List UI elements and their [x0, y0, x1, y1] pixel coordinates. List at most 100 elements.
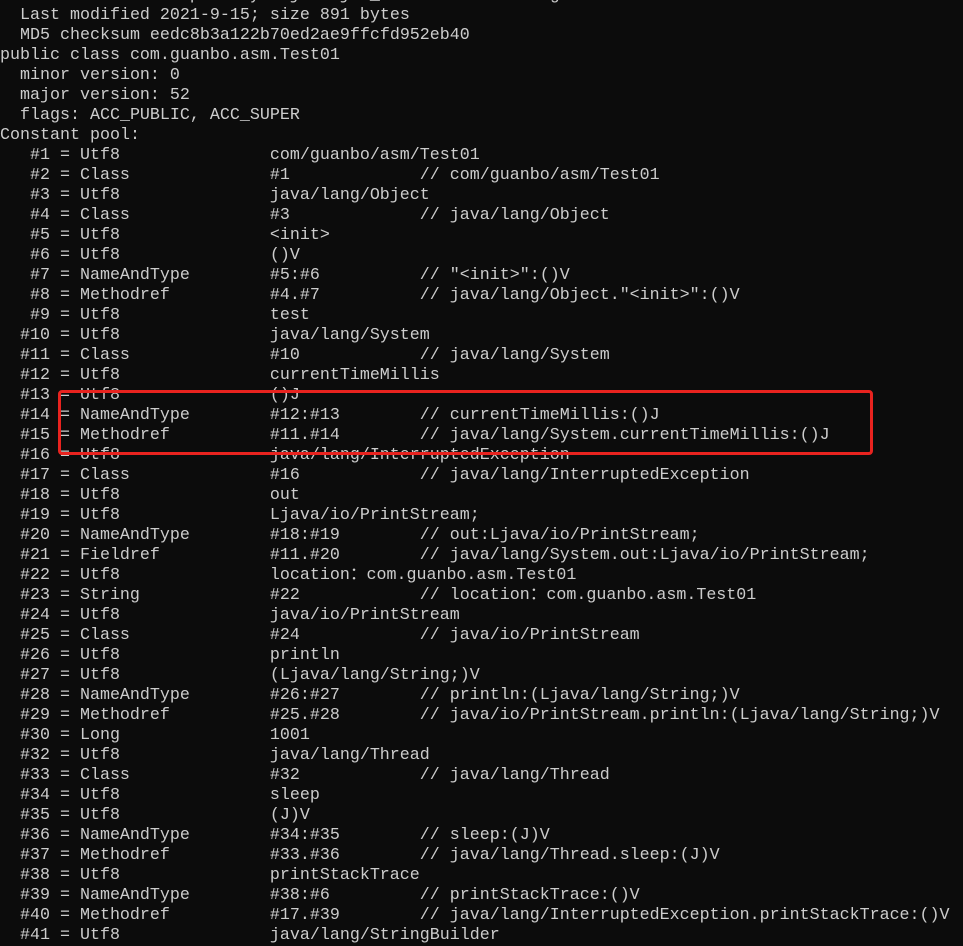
entry-index: #14 — [19, 406, 50, 425]
entry-comment: // sleep:(J)V — [419, 826, 550, 845]
entry-index: #35 — [19, 806, 50, 825]
entry-value: #10 — [269, 346, 300, 365]
header-line: public class com.guanbo.asm.Test01 — [0, 46, 340, 65]
entry-index: #33 — [19, 766, 50, 785]
entry-type: NameAndType — [79, 406, 190, 425]
entry-value: #4.#7 — [269, 286, 320, 305]
entry-equals: = — [49, 926, 80, 945]
entry-index: #16 — [19, 446, 50, 465]
entry-comment: // java/lang/Thread.sleep:(J)V — [419, 846, 720, 865]
constant-pool-entry: #27 = Utf8 (Ljava/lang/String;)V — [0, 666, 950, 686]
entry-equals: = — [49, 166, 80, 185]
entry-index: #40 — [19, 906, 50, 925]
constant-pool-entry: #2 = Class #1 // com/guanbo/asm/Test01 — [0, 166, 950, 186]
constant-pool-entry: #34 = Utf8 sleep — [0, 786, 950, 806]
entry-value: test — [269, 306, 310, 325]
constant-pool-entry: #11 = Class #10 // java/lang/System — [0, 346, 950, 366]
header-line: minor version: 0 — [0, 66, 180, 85]
entry-comment: // "<init>":()V — [419, 266, 570, 285]
entry-comment: // java/io/PrintStream.println:(Ljava/la… — [419, 706, 940, 725]
entry-comment: // java/lang/Thread — [419, 766, 610, 785]
entry-equals: = — [49, 486, 80, 505]
entry-value: <init> — [269, 226, 330, 245]
entry-equals: = — [49, 906, 80, 925]
entry-type: Utf8 — [79, 386, 120, 405]
entry-type: Class — [79, 466, 130, 485]
entry-value: java/lang/InterruptedException — [269, 446, 570, 465]
entry-index: #37 — [19, 846, 50, 865]
entry-index: #41 — [19, 926, 50, 945]
entry-comment: // java/lang/Object."<init>":()V — [419, 286, 740, 305]
entry-type: Utf8 — [79, 506, 120, 525]
constant-pool-entry: #12 = Utf8 currentTimeMillis — [0, 366, 950, 386]
entry-type: Methodref — [79, 706, 170, 725]
entry-equals: = — [49, 186, 80, 205]
entry-index: #13 — [19, 386, 50, 405]
constant-pool-entry: #13 = Utf8 ()J — [0, 386, 950, 406]
constant-pool-entry: #7 = NameAndType #5:#6 // "<init>":()V — [0, 266, 950, 286]
entry-type: Methodref — [79, 906, 170, 925]
entry-equals: = — [49, 526, 80, 545]
entry-type: Class — [79, 766, 130, 785]
entry-type: Utf8 — [79, 486, 120, 505]
entry-type: Methodref — [79, 286, 170, 305]
entry-type: Class — [79, 206, 130, 225]
entry-type: Methodref — [79, 426, 170, 445]
entry-value: java/lang/Thread — [269, 746, 430, 765]
entry-comment: // java/lang/Object — [419, 206, 610, 225]
entry-equals: = — [49, 406, 80, 425]
entry-equals: = — [49, 606, 80, 625]
entry-value: #18:#19 — [269, 526, 340, 545]
entry-value: location：com.guanbo.asm.Test01 — [269, 566, 577, 585]
entry-value: #25.#28 — [269, 706, 340, 725]
entry-equals: = — [49, 806, 80, 825]
entry-value: java/lang/System — [269, 326, 430, 345]
entry-index: #23 — [19, 586, 50, 605]
constant-pool-entry: #18 = Utf8 out — [0, 486, 950, 506]
entry-type: String — [79, 586, 140, 605]
entry-index: #29 — [19, 706, 50, 725]
entry-value: (J)V — [269, 806, 310, 825]
entry-equals: = — [49, 626, 80, 645]
entry-type: NameAndType — [79, 886, 190, 905]
constant-pool-entry: #24 = Utf8 java/io/PrintStream — [0, 606, 950, 626]
entry-type: Utf8 — [79, 446, 120, 465]
entry-equals: = — [49, 246, 80, 265]
entry-value: println — [269, 646, 340, 665]
entry-index: #21 — [19, 546, 50, 565]
constant-pool-entry: #10 = Utf8 java/lang/System — [0, 326, 950, 346]
header-line: Constant pool: — [0, 126, 140, 145]
entry-value: #26:#27 — [269, 686, 340, 705]
entry-type: Long — [79, 726, 120, 745]
entry-type: Class — [79, 346, 130, 365]
entry-type: Utf8 — [79, 146, 120, 165]
entry-comment: // printStackTrace:()V — [419, 886, 640, 905]
classfile-header: Classfile /D:/workspace/myProject/jvm_te… — [0, 0, 950, 146]
terminal-output: Classfile /D:/workspace/myProject/jvm_te… — [0, 0, 950, 946]
entry-value: java/lang/Object — [269, 186, 430, 205]
entry-equals: = — [49, 766, 80, 785]
constant-pool-list: #1 = Utf8 com/guanbo/asm/Test01 #2 = Class… — [0, 146, 950, 946]
entry-equals: = — [49, 546, 80, 565]
entry-type: Utf8 — [79, 246, 120, 265]
entry-index: #6 — [29, 246, 50, 265]
entry-type: Class — [79, 166, 130, 185]
entry-index: #10 — [19, 326, 50, 345]
entry-value: #12:#13 — [269, 406, 340, 425]
entry-value: #33.#36 — [269, 846, 340, 865]
constant-pool-entry: #30 = Long 1001 — [0, 726, 950, 746]
entry-value: printStackTrace — [269, 866, 420, 885]
entry-type: Fieldref — [79, 546, 160, 565]
entry-value: Ljava/io/PrintStream; — [269, 506, 480, 525]
entry-index: #12 — [19, 366, 50, 385]
entry-index: #25 — [19, 626, 50, 645]
constant-pool-entry: #15 = Methodref #11.#14 // java/lang/Syste… — [0, 426, 950, 446]
entry-value: #11.#14 — [269, 426, 340, 445]
entry-equals: = — [49, 226, 80, 245]
entry-equals: = — [49, 206, 80, 225]
entry-type: Utf8 — [79, 666, 120, 685]
entry-value: #16 — [269, 466, 300, 485]
entry-value: #1 — [269, 166, 290, 185]
entry-value: #38:#6 — [269, 886, 330, 905]
entry-comment: // out:Ljava/io/PrintStream; — [419, 526, 700, 545]
